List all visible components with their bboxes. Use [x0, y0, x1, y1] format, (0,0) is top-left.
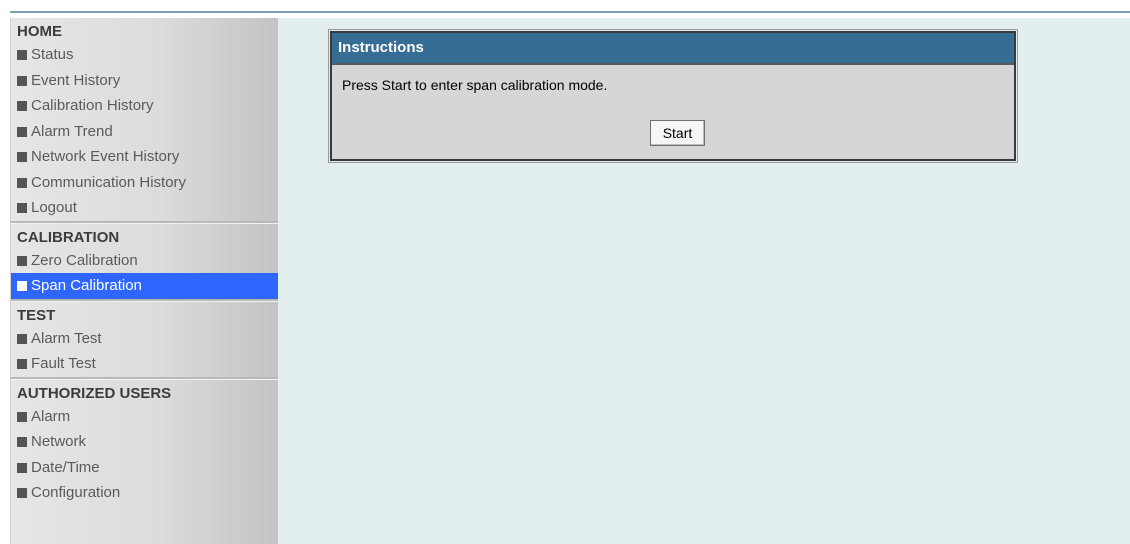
main-content: Instructions Press Start to enter span c…	[278, 18, 1130, 544]
sidebar-item-calibration-history[interactable]: Calibration History	[11, 93, 279, 119]
sidebar-item-label: Span Calibration	[31, 277, 142, 294]
square-bullet-icon	[17, 359, 27, 369]
sidebar-item-event-history[interactable]: Event History	[11, 68, 279, 94]
sidebar-item-zero-calibration[interactable]: Zero Calibration	[11, 248, 279, 274]
square-bullet-icon	[17, 437, 27, 447]
sidebar-item-alarm[interactable]: Alarm	[11, 404, 279, 430]
sidebar-item-label: Alarm	[31, 407, 71, 425]
square-bullet-icon	[17, 281, 27, 291]
square-bullet-icon	[17, 462, 27, 473]
sidebar-item-network[interactable]: Network	[11, 429, 279, 455]
section-test: TEST Alarm Test Fault Test	[11, 298, 279, 377]
sidebar-item-date-time[interactable]: Date/Time	[11, 455, 279, 481]
sidebar-item-communication-history[interactable]: Communication History	[11, 170, 279, 196]
sidebar-item-span-calibration[interactable]: Span Calibration	[11, 273, 279, 299]
section-title-authorized-users: AUTHORIZED USERS	[17, 384, 172, 402]
sidebar-item-label: Alarm Test	[31, 329, 102, 347]
section-title-home: HOME	[17, 23, 62, 40]
section-title-test: TEST	[17, 306, 56, 324]
sidebar-item-fault-test[interactable]: Fault Test	[11, 351, 279, 377]
sidebar-item-label: Event History	[31, 71, 121, 89]
panel-title: Instructions	[332, 33, 1014, 65]
sidebar-item-status[interactable]: Status	[11, 42, 279, 68]
square-bullet-icon	[17, 126, 27, 137]
sidebar-item-alarm-trend[interactable]: Alarm Trend	[11, 119, 279, 145]
square-bullet-icon	[17, 203, 27, 213]
sidebar-item-alarm-test[interactable]: Alarm Test	[11, 326, 279, 352]
square-bullet-icon	[17, 333, 27, 344]
sidebar-item-label: Calibration History	[31, 97, 154, 114]
sidebar-item-label: Network	[31, 433, 87, 450]
top-divider	[10, 11, 1130, 13]
square-bullet-icon	[17, 152, 27, 162]
sidebar-item-network-event-history[interactable]: Network Event History	[11, 144, 279, 170]
sidebar-item-configuration[interactable]: Configuration	[11, 480, 279, 506]
section-calibration: CALIBRATION Zero Calibration Span Calibr…	[11, 220, 279, 299]
panel-body: Press Start to enter span calibration mo…	[332, 65, 1014, 159]
sidebar-item-label: Date/Time	[31, 458, 100, 476]
section-authorized-users: AUTHORIZED USERS Alarm Network Date/Time…	[11, 376, 279, 506]
square-bullet-icon	[17, 177, 27, 188]
square-bullet-icon	[17, 488, 27, 498]
square-bullet-icon	[17, 411, 27, 422]
sidebar-item-label: Configuration	[31, 484, 121, 501]
square-bullet-icon	[17, 255, 27, 266]
sidebar-item-label: Status	[31, 46, 74, 63]
sidebar-item-label: Logout	[31, 199, 77, 216]
square-bullet-icon	[17, 75, 27, 86]
sidebar-item-label: Alarm Trend	[31, 122, 113, 140]
section-title-calibration: CALIBRATION	[17, 228, 120, 246]
square-bullet-icon	[17, 50, 27, 60]
sidebar-nav: HOME Status Event History Calibration Hi…	[10, 18, 279, 544]
sidebar-item-label: Network Event History	[31, 148, 180, 165]
sidebar-item-label: Fault Test	[31, 355, 96, 372]
section-home: HOME Status Event History Calibration Hi…	[11, 18, 279, 221]
instruction-message: Press Start to enter span calibration mo…	[342, 77, 608, 93]
sidebar-item-label: Zero Calibration	[31, 251, 138, 269]
start-button[interactable]: Start	[650, 120, 705, 146]
instructions-panel: Instructions Press Start to enter span c…	[328, 29, 1018, 163]
sidebar-item-logout[interactable]: Logout	[11, 195, 279, 221]
sidebar-item-label: Communication History	[31, 173, 187, 191]
square-bullet-icon	[17, 101, 27, 111]
